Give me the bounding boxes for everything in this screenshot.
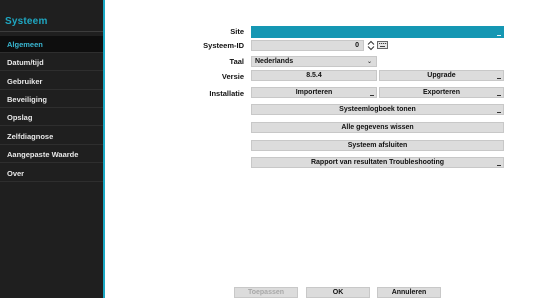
- menu-mark: [497, 95, 501, 96]
- installation-label: Installatie: [209, 89, 244, 98]
- sidebar-item-opslag[interactable]: Opslag: [0, 109, 103, 126]
- sidebar-item-beveiliging[interactable]: Beveiliging: [0, 91, 103, 108]
- sidebar-item-over[interactable]: Over: [0, 165, 103, 182]
- version-label: Versie: [221, 72, 244, 81]
- troubleshooting-report-label: Rapport van resultaten Troubleshooting: [310, 159, 444, 166]
- text-cursor-mark: [497, 35, 501, 36]
- sidebar-item-label: Zelfdiagnose: [7, 132, 54, 141]
- system-id-stepper[interactable]: [367, 40, 375, 51]
- sidebar-item-label: Over: [7, 169, 25, 178]
- import-button[interactable]: Importeren: [251, 87, 377, 98]
- stepper-arrows-icon: [367, 40, 375, 51]
- language-label: Taal: [229, 57, 244, 66]
- sidebar-accent-line: [103, 0, 105, 298]
- system-shutdown-label: Systeem afsluiten: [347, 142, 408, 149]
- show-system-log-button[interactable]: Systeemlogboek tonen: [251, 104, 504, 115]
- export-button[interactable]: Exporteren: [379, 87, 504, 98]
- upgrade-button-label: Upgrade: [427, 72, 456, 79]
- sidebar: Systeem Algemeen Datum/tijd Gebruiker Be…: [0, 0, 105, 298]
- language-select[interactable]: Nederlands ⌄: [251, 56, 377, 67]
- divider: [0, 125, 103, 126]
- sidebar-item-datum-tijd[interactable]: Datum/tijd: [0, 54, 103, 71]
- upgrade-button[interactable]: Upgrade: [379, 70, 504, 81]
- apply-button-label: Toepassen: [247, 289, 285, 296]
- clear-all-data-label: Alle gegevens wissen: [341, 124, 414, 131]
- sidebar-divider: [0, 31, 103, 32]
- apply-button[interactable]: Toepassen: [234, 287, 298, 298]
- divider: [0, 52, 103, 53]
- import-button-label: Importeren: [295, 89, 333, 96]
- system-id-label: Systeem-ID: [203, 41, 244, 50]
- divider: [0, 181, 103, 182]
- system-id-input[interactable]: 0: [251, 40, 364, 51]
- divider: [0, 107, 103, 108]
- sidebar-item-zelfdiagnose[interactable]: Zelfdiagnose: [0, 128, 103, 145]
- language-value: Nederlands: [255, 58, 294, 65]
- sidebar-title: Systeem: [5, 16, 48, 27]
- site-label: Site: [230, 27, 244, 36]
- divider: [0, 70, 103, 71]
- divider: [0, 144, 103, 145]
- cancel-button-label: Annuleren: [391, 289, 427, 296]
- export-button-label: Exporteren: [423, 89, 460, 96]
- system-id-value: 0: [355, 42, 359, 49]
- site-input[interactable]: [251, 26, 504, 38]
- troubleshooting-report-button[interactable]: Rapport van resultaten Troubleshooting: [251, 157, 504, 168]
- clear-all-data-button[interactable]: Alle gegevens wissen: [251, 122, 504, 133]
- sidebar-item-aangepaste-waarde[interactable]: Aangepaste Waarde: [0, 146, 103, 163]
- sidebar-item-label: Opslag: [7, 113, 33, 122]
- sidebar-item-label: Beveiliging: [7, 95, 48, 104]
- divider: [0, 162, 103, 163]
- sidebar-item-label: Algemeen: [7, 40, 43, 49]
- version-field: 8.5.4: [251, 70, 377, 81]
- sidebar-item-label: Gebruiker: [7, 77, 43, 86]
- cancel-button[interactable]: Annuleren: [377, 287, 441, 298]
- sidebar-item-gebruiker[interactable]: Gebruiker: [0, 73, 103, 90]
- menu-mark: [497, 112, 501, 113]
- sidebar-item-label: Aangepaste Waarde: [7, 150, 79, 159]
- system-shutdown-button[interactable]: Systeem afsluiten: [251, 140, 504, 151]
- keyboard-icon[interactable]: [377, 41, 388, 49]
- menu-mark: [497, 165, 501, 166]
- ok-button-label: OK: [332, 289, 344, 296]
- divider: [0, 89, 103, 90]
- chevron-down-icon: ⌄: [366, 59, 372, 65]
- show-system-log-label: Systeemlogboek tonen: [339, 106, 416, 113]
- version-value: 8.5.4: [306, 72, 322, 79]
- sidebar-item-algemeen[interactable]: Algemeen: [0, 36, 103, 53]
- sidebar-item-label: Datum/tijd: [7, 58, 44, 67]
- menu-mark: [370, 95, 374, 96]
- menu-mark: [497, 78, 501, 79]
- ok-button[interactable]: OK: [306, 287, 370, 298]
